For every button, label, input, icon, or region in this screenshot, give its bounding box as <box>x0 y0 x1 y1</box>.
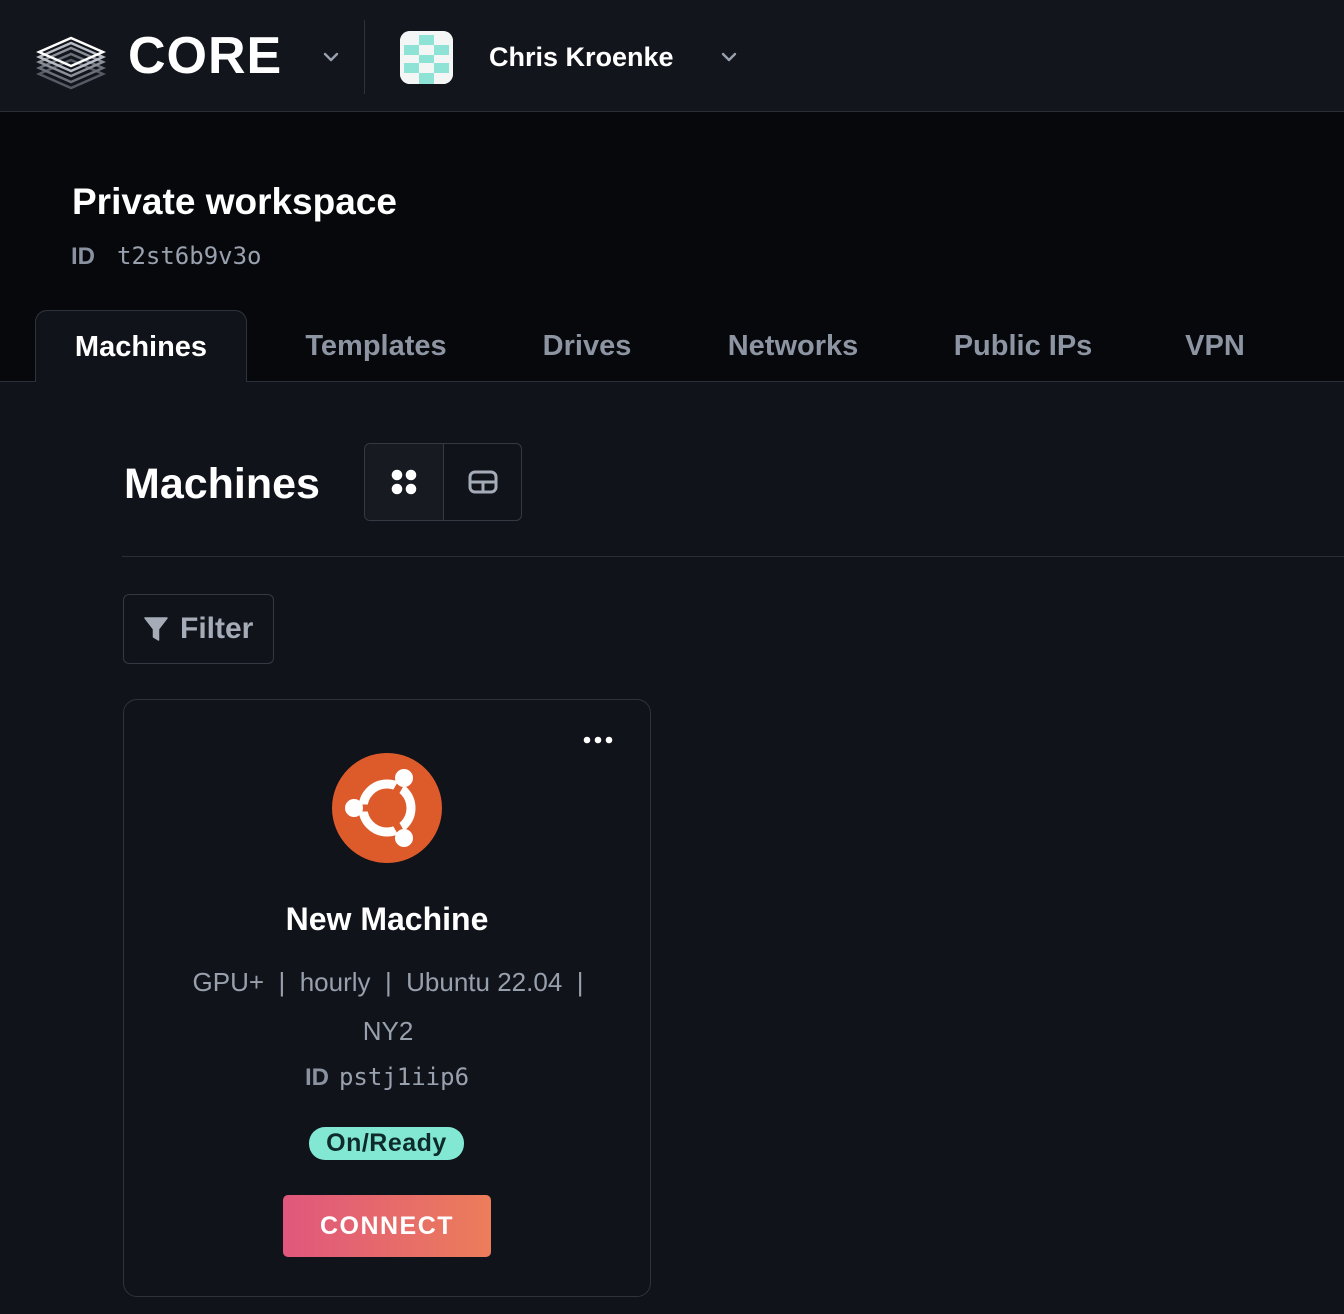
tab-machines[interactable]: Machines <box>35 310 247 382</box>
machine-id: ID pstj1iip6 <box>123 1062 651 1093</box>
machine-region: NY2 <box>362 1016 414 1046</box>
chevron-down-icon[interactable] <box>718 46 740 68</box>
machine-details: GPU+ | hourly | Ubuntu 22.04 | NY2 <box>160 958 616 1056</box>
machine-name: New Machine <box>285 901 489 937</box>
status-badge: On/Ready <box>309 1127 464 1160</box>
machine-details-line1: GPU+ | hourly | Ubuntu 22.04 | <box>192 967 584 997</box>
connect-button[interactable]: CONNECT <box>283 1195 491 1257</box>
table-view-icon <box>468 470 498 494</box>
workspace-title: Private workspace <box>72 181 397 222</box>
filter-button[interactable]: Filter <box>123 594 274 664</box>
ubuntu-icon <box>332 753 442 863</box>
filter-label: Filter <box>180 612 254 645</box>
workspace-id-label: ID <box>71 243 95 270</box>
user-avatar[interactable] <box>400 31 453 84</box>
tab-public-ips[interactable]: Public IPs <box>934 310 1112 382</box>
layers-logo-icon[interactable] <box>36 28 106 92</box>
machine-id-value: pstj1iip6 <box>338 1063 470 1091</box>
grid-view-icon <box>391 469 417 495</box>
brand-name[interactable]: CORE <box>128 26 282 86</box>
workspace-id-value: t2st6b9v3o <box>117 242 262 270</box>
user-name[interactable]: Chris Kroenke <box>489 40 674 74</box>
machine-id-label: ID <box>304 1064 329 1091</box>
tab-networks[interactable]: Networks <box>706 310 880 382</box>
more-options-icon[interactable] <box>580 728 616 752</box>
top-bar: CORE Chris Kroenke <box>0 0 1344 112</box>
chevron-down-icon[interactable] <box>320 46 342 68</box>
section-divider <box>122 556 1344 557</box>
grid-view-button[interactable] <box>365 444 443 520</box>
section-title: Machines <box>124 460 320 508</box>
table-view-button[interactable] <box>443 444 521 520</box>
tab-drives[interactable]: Drives <box>522 310 652 382</box>
divider <box>364 20 365 94</box>
view-toggle <box>364 443 522 521</box>
filter-icon <box>144 617 168 641</box>
tab-vpn[interactable]: VPN <box>1166 310 1264 382</box>
tab-templates[interactable]: Templates <box>283 310 469 382</box>
